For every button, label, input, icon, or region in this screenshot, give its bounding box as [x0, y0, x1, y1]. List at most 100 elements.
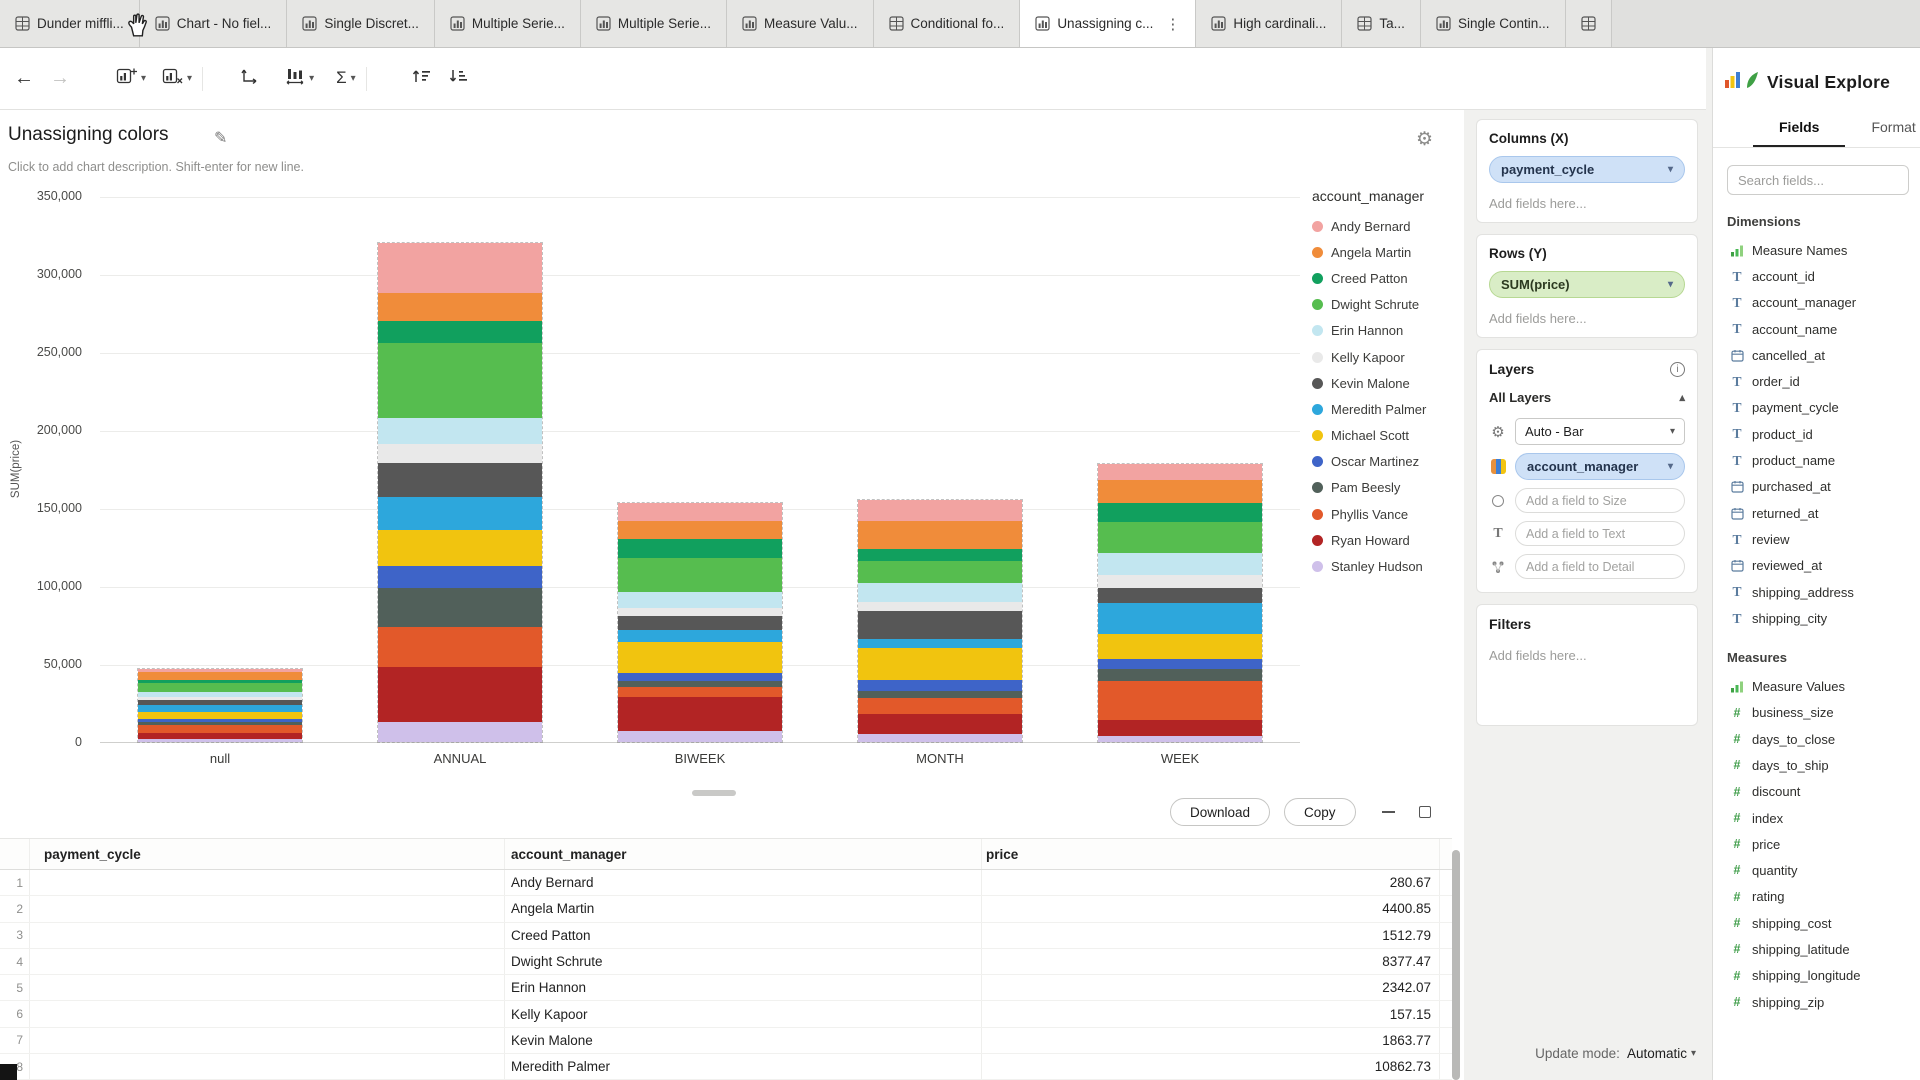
bar-ANNUAL[interactable]	[378, 243, 542, 742]
chart-title[interactable]: Unassigning colors	[8, 124, 169, 146]
chevron-down-icon[interactable]: ▾	[1668, 164, 1673, 175]
legend-item[interactable]: Kevin Malone	[1312, 370, 1462, 396]
bar-segment-creed-patton[interactable]	[858, 549, 1022, 561]
tab-ta[interactable]: Ta...	[1342, 0, 1421, 47]
detail-field-dropzone[interactable]: Add a field to Detail	[1515, 554, 1685, 579]
legend-item[interactable]: Erin Hannon	[1312, 318, 1462, 344]
legend-item[interactable]: Stanley Hudson	[1312, 553, 1462, 579]
field-measure-names[interactable]: Measure Names	[1713, 237, 1920, 263]
bar-segment-oscar-martinez[interactable]	[378, 566, 542, 588]
bar-segment-oscar-martinez[interactable]	[618, 673, 782, 681]
bar-segment-angela-martin[interactable]	[378, 293, 542, 321]
tab-high-cardinali[interactable]: High cardinali...	[1196, 0, 1342, 47]
legend-item[interactable]: Ryan Howard	[1312, 527, 1462, 553]
legend-item[interactable]: Creed Patton	[1312, 265, 1462, 291]
bar-segment-andy-bernard[interactable]	[378, 243, 542, 293]
bar-segment-erin-hannon[interactable]	[858, 583, 1022, 602]
bar-segment-phyllis-vance[interactable]	[858, 698, 1022, 714]
table-row[interactable]: 7Kevin Malone1863.77	[0, 1028, 1452, 1054]
bar-segment-erin-hannon[interactable]	[618, 592, 782, 608]
field-index[interactable]: #index	[1713, 805, 1920, 831]
pill-payment-cycle[interactable]: payment_cycle ▾	[1489, 156, 1685, 183]
tab-dunder-miffli[interactable]: Dunder miffli...	[0, 0, 140, 47]
legend-item[interactable]: Andy Bernard	[1312, 213, 1462, 239]
sort-descending-icon[interactable]	[448, 68, 469, 89]
chevron-down-icon[interactable]: ▾	[1668, 461, 1673, 472]
field-shipping-longitude[interactable]: #shipping_longitude	[1713, 963, 1920, 989]
field-order-id[interactable]: Torder_id	[1713, 368, 1920, 394]
tab-fields[interactable]: Fields	[1753, 111, 1845, 147]
legend-item[interactable]: Meredith Palmer	[1312, 396, 1462, 422]
column-header-account_manager[interactable]: account_manager	[505, 839, 982, 869]
bar-segment-angela-martin[interactable]	[618, 521, 782, 540]
field-shipping-city[interactable]: Tshipping_city	[1713, 605, 1920, 631]
bar-segment-angela-martin[interactable]	[858, 521, 1022, 549]
bar-segment-stanley-hudson[interactable]	[858, 734, 1022, 742]
bar-segment-michael-scott[interactable]	[1098, 634, 1262, 659]
bar-segment-ryan-howard[interactable]	[1098, 720, 1262, 736]
table-row[interactable]: 4Dwight Schrute8377.47	[0, 949, 1452, 975]
bar-segment-andy-bernard[interactable]	[618, 503, 782, 520]
bar-segment-phyllis-vance[interactable]	[1098, 681, 1262, 720]
bar-segment-meredith-palmer[interactable]	[858, 639, 1022, 648]
bar-segment-meredith-palmer[interactable]	[138, 705, 302, 713]
tab-measure-valu[interactable]: Measure Valu...	[727, 0, 874, 47]
mark-type-select[interactable]: Auto - Bar ▾	[1515, 418, 1685, 445]
legend-item[interactable]: Phyllis Vance	[1312, 501, 1462, 527]
bar-segment-kevin-malone[interactable]	[378, 463, 542, 497]
bar-segment-creed-patton[interactable]	[618, 539, 782, 558]
bar-segment-meredith-palmer[interactable]	[378, 497, 542, 530]
legend-item[interactable]: Angela Martin	[1312, 239, 1462, 265]
bar-BIWEEK[interactable]	[618, 503, 782, 742]
bar-segment-erin-hannon[interactable]	[1098, 553, 1262, 575]
bar-segment-dwight-schrute[interactable]	[378, 343, 542, 418]
tab-partial[interactable]	[1566, 0, 1612, 47]
column-header-payment_cycle[interactable]: payment_cycle	[30, 839, 505, 869]
minimize-icon[interactable]	[1382, 811, 1395, 813]
bar-segment-kevin-malone[interactable]	[618, 616, 782, 630]
add-chart-icon[interactable]: ▾	[116, 67, 146, 90]
bar-segment-michael-scott[interactable]	[618, 642, 782, 673]
bar-WEEK[interactable]	[1098, 464, 1262, 742]
table-row[interactable]: 3Creed Patton1512.79	[0, 923, 1452, 949]
bar-null[interactable]	[138, 669, 302, 742]
all-layers-row[interactable]: All Layers ▴	[1489, 390, 1685, 405]
bar-segment-kevin-malone[interactable]	[1098, 588, 1262, 604]
field-shipping-zip[interactable]: #shipping_zip	[1713, 989, 1920, 1015]
bar-segment-kelly-kapoor[interactable]	[378, 444, 542, 463]
chart-settings-gear-icon[interactable]: ⚙	[1416, 128, 1433, 151]
bar-segment-michael-scott[interactable]	[858, 648, 1022, 679]
bar-segment-pam-beesly[interactable]	[858, 691, 1022, 699]
bar-segment-creed-patton[interactable]	[1098, 503, 1262, 522]
column-header-price[interactable]: price	[982, 839, 1440, 869]
bar-segment-ryan-howard[interactable]	[618, 697, 782, 731]
field-product-name[interactable]: Tproduct_name	[1713, 447, 1920, 473]
bar-segment-oscar-martinez[interactable]	[1098, 659, 1262, 668]
search-input[interactable]	[1727, 165, 1909, 195]
field-discount[interactable]: #discount	[1713, 779, 1920, 805]
filters-drop-hint[interactable]: Add fields here...	[1489, 648, 1685, 663]
table-row[interactable]: 1Andy Bernard280.67	[0, 870, 1452, 896]
field-rating[interactable]: #rating	[1713, 884, 1920, 910]
field-account-name[interactable]: Taccount_name	[1713, 316, 1920, 342]
table-scrollbar[interactable]	[1452, 850, 1460, 1080]
download-button[interactable]: Download	[1170, 798, 1270, 826]
tab-format[interactable]: Format	[1845, 111, 1920, 147]
field-review[interactable]: Treview	[1713, 526, 1920, 552]
field-days-to-ship[interactable]: #days_to_ship	[1713, 752, 1920, 778]
pill-account-manager[interactable]: account_manager ▾	[1515, 453, 1685, 480]
field-days-to-close[interactable]: #days_to_close	[1713, 726, 1920, 752]
field-returned-at[interactable]: returned_at	[1713, 500, 1920, 526]
bar-segment-stanley-hudson[interactable]	[378, 722, 542, 742]
back-arrow-icon[interactable]: ←	[14, 68, 34, 89]
bar-segment-dwight-schrute[interactable]	[1098, 522, 1262, 553]
bar-segment-andy-bernard[interactable]	[858, 500, 1022, 520]
legend-item[interactable]: Dwight Schrute	[1312, 292, 1462, 318]
field-cancelled-at[interactable]: cancelled_at	[1713, 342, 1920, 368]
bar-segment-andy-bernard[interactable]	[1098, 464, 1262, 480]
bar-segment-phyllis-vance[interactable]	[378, 627, 542, 668]
chevron-down-icon[interactable]: ▾	[1668, 279, 1673, 290]
bar-segment-ryan-howard[interactable]	[858, 714, 1022, 734]
bar-segment-angela-martin[interactable]	[138, 672, 302, 680]
forward-arrow-icon[interactable]: →	[50, 68, 70, 89]
